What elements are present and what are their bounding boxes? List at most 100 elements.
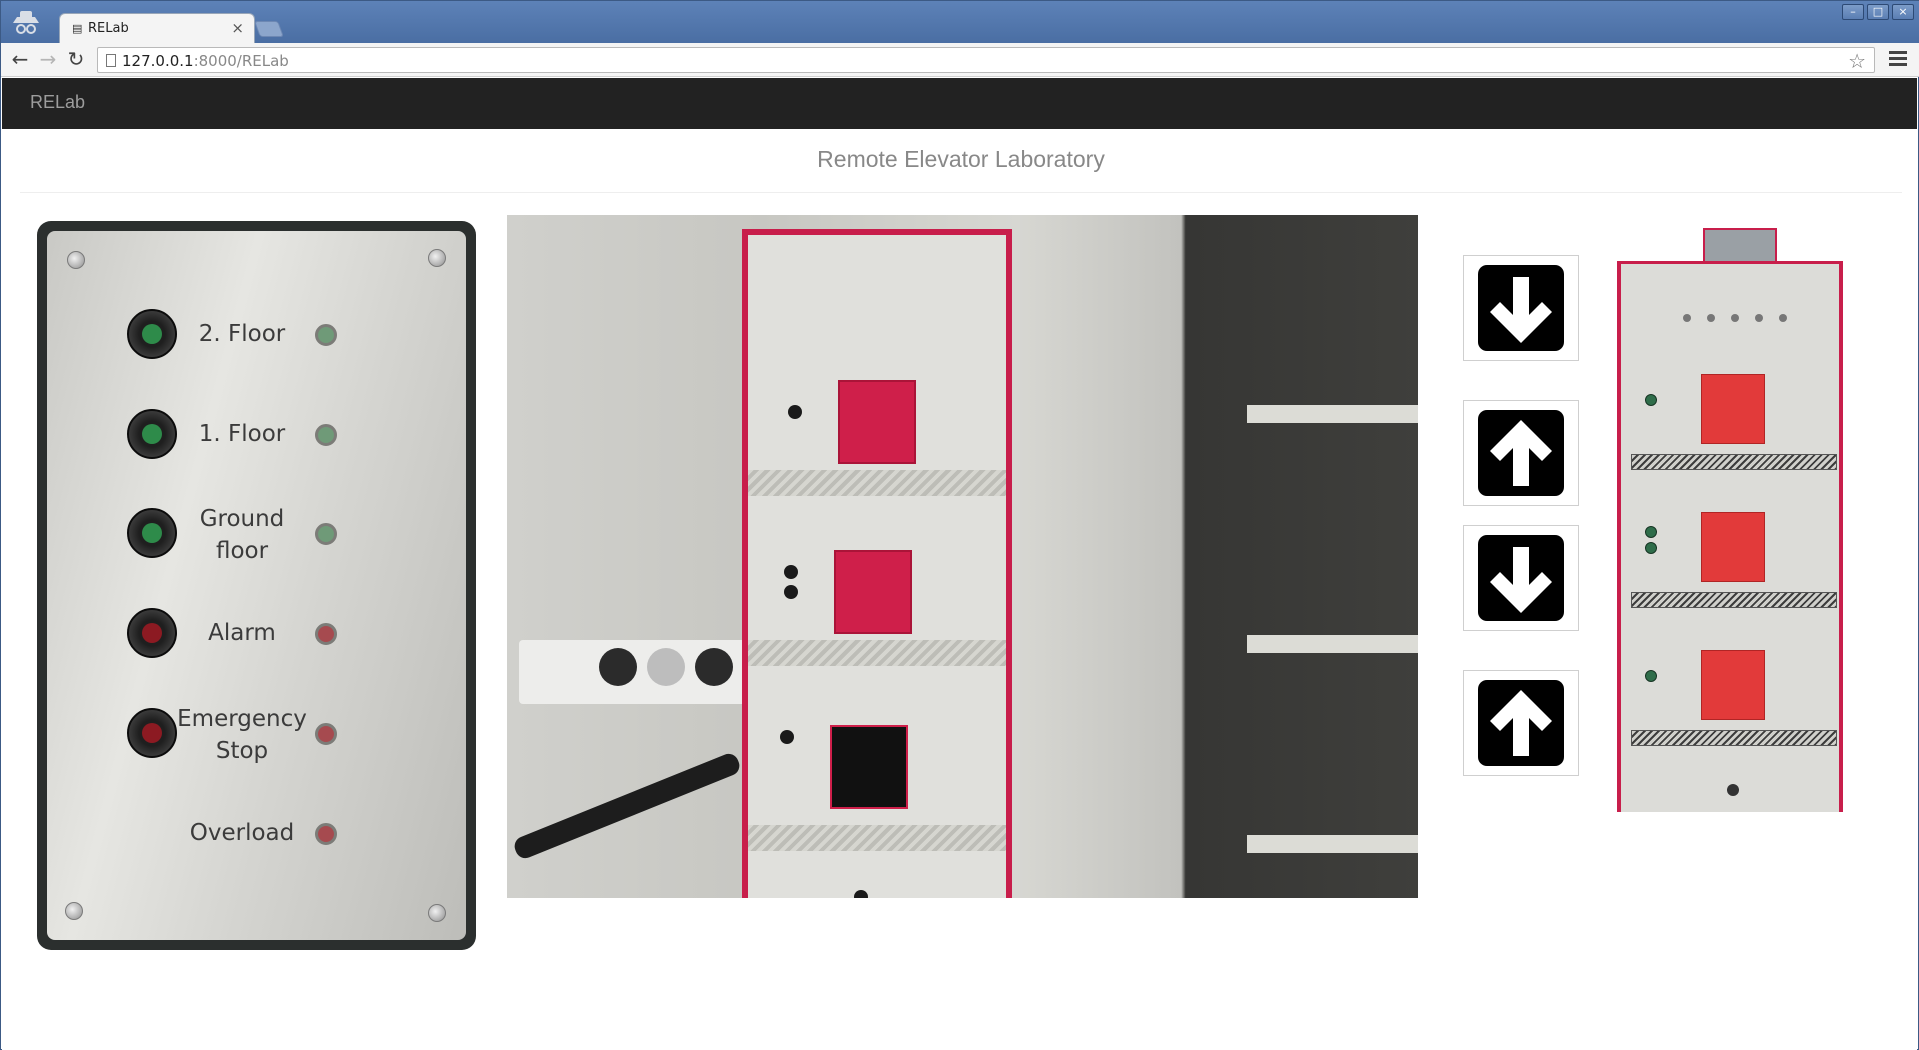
page-favicon-icon: ▤ [72,22,83,35]
elevator-door [838,380,916,464]
indicator-led [1755,314,1763,322]
navbar-brand[interactable]: RELab [30,92,85,113]
call-down-button-2[interactable] [1463,255,1579,361]
ground-floor-call-led [1645,670,1657,682]
indicator-led [1731,314,1739,322]
arrow-up-icon [1490,690,1552,756]
elevator-model [742,229,1012,898]
button-cap [142,523,162,543]
floor-2-label: 2. Floor [198,321,286,347]
elevator-hatch [1631,454,1837,470]
maximize-button[interactable]: □ [1867,4,1889,20]
floor-2-led [315,324,337,346]
forward-icon[interactable]: → [37,49,59,71]
emergency-stop-button[interactable] [127,708,177,758]
elevator-button [854,890,868,898]
button-cap [142,324,162,344]
control-panel-plate: 2. Floor 1. Floor Ground floor Alarm Eme… [47,231,466,940]
elevator-door [834,550,912,634]
ground-floor-door [1701,650,1765,720]
screw-icon [67,251,85,269]
url-text: 127.0.0.1:8000/RELab [122,52,289,70]
browser-tab[interactable]: ▤ RELab × [59,13,255,43]
address-bar[interactable]: 127.0.0.1:8000/RELab ☆ [97,47,1875,73]
elevator-hatch [1631,592,1837,608]
elevator-motor [1703,228,1777,264]
button-cap [142,623,162,643]
socket [695,648,733,686]
alarm-button[interactable] [127,608,177,658]
elevator-hatch [748,825,1006,851]
floor-1-led [315,424,337,446]
arrow-down-icon [1490,277,1552,343]
call-up-button-1[interactable] [1463,400,1579,506]
bookmark-star-icon[interactable]: ☆ [1848,49,1866,73]
new-tab-button[interactable] [254,21,284,37]
overload-led [1727,784,1739,796]
close-window-button[interactable]: × [1892,4,1914,20]
button-cap [142,424,162,444]
browser-window: ▤ RELab × – □ × ← → ↻ 127.0.0.1:8000/REL… [0,0,1919,1050]
screw-icon [428,904,446,922]
panel-row-floor-2: 2. Floor [47,304,466,364]
floor-1-label: 1. Floor [198,421,286,447]
overload-label: Overload [189,820,295,846]
control-panel: 2. Floor 1. Floor Ground floor Alarm Eme… [37,221,476,950]
arrow-up-icon [1490,420,1552,486]
call-up-button-ground[interactable] [1463,670,1579,776]
elevator-hatch [1631,730,1837,746]
socket [647,648,685,686]
elevator-door [830,725,908,809]
elevator-button [784,585,798,599]
camera-view [507,215,1418,898]
floor-2-door [1701,374,1765,444]
indicator-led [1707,314,1715,322]
incognito-icon [13,11,39,34]
tab-title: RELab [88,21,129,36]
screw-icon [65,902,83,920]
call-down-button-1[interactable] [1463,525,1579,631]
reload-icon[interactable]: ↻ [65,49,87,71]
title-bar: ▤ RELab × – □ × [1,1,1919,43]
panel-row-ground-floor: Ground floor [47,503,466,567]
ground-floor-label: Ground floor [199,506,285,564]
elevator-hatch [748,470,1006,496]
cable [511,750,743,862]
navbar: RELab [2,78,1917,129]
overload-led [315,823,337,845]
minimize-button[interactable]: – [1842,4,1864,20]
floor-2-button[interactable] [127,309,177,359]
emergency-stop-label: Emergency Stop [177,706,307,764]
screw-icon [428,249,446,267]
ground-floor-led [315,523,337,545]
indicator-led [1683,314,1691,322]
shelf [1247,835,1418,853]
floor-1-button[interactable] [127,409,177,459]
browser-toolbar: ← → ↻ 127.0.0.1:8000/RELab ☆ [1,43,1919,77]
tab-close-icon[interactable]: × [231,19,244,37]
page-header: Remote Elevator Laboratory [20,129,1902,193]
shelf [1247,635,1418,653]
alarm-led [315,623,337,645]
back-icon[interactable]: ← [9,49,31,71]
elevator-simulation [1617,228,1843,812]
floor-1-door [1701,512,1765,582]
panel-row-emergency-stop: Emergency Stop [47,703,466,767]
panel-row-floor-1: 1. Floor [47,404,466,464]
ground-floor-button[interactable] [127,508,177,558]
elevator-button [788,405,802,419]
power-strip [519,640,759,704]
button-cap [142,723,162,743]
page-title: Remote Elevator Laboratory [817,146,1105,172]
elevator-button [780,730,794,744]
floor-1-call-led [1645,526,1657,538]
browser-menu-icon[interactable] [1889,51,1907,67]
elevator-hatch [748,640,1006,666]
indicator-led [1779,314,1787,322]
alarm-label: Alarm [208,620,276,646]
shelf [1247,405,1418,423]
panel-row-alarm: Alarm [47,603,466,663]
floor-2-call-led [1645,394,1657,406]
socket [599,648,637,686]
elevator-shaft [1617,261,1843,812]
